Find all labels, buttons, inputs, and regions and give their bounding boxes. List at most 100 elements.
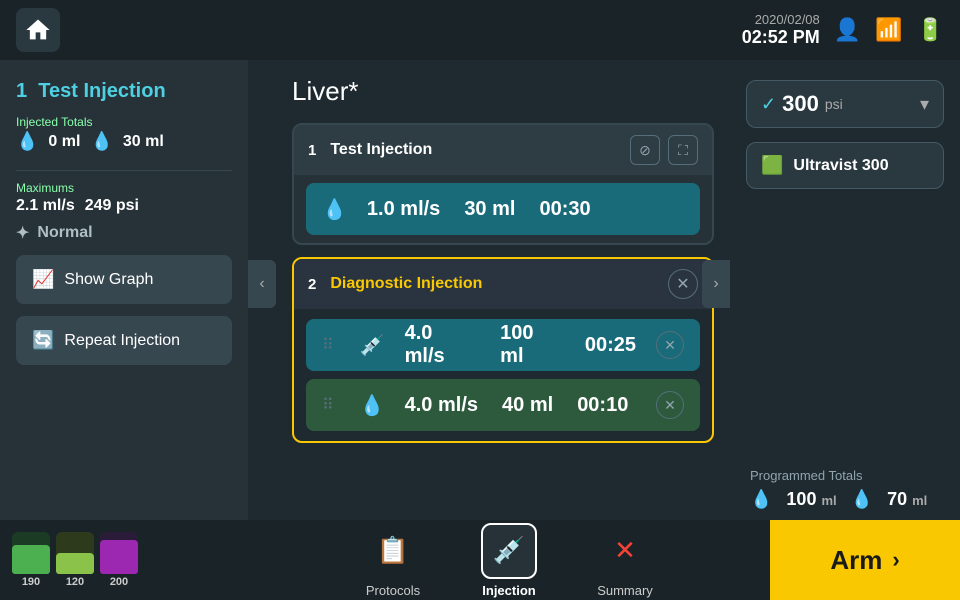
syringe-label-3: 200 — [110, 576, 128, 588]
arm-button[interactable]: Arm › — [770, 520, 960, 600]
contrast-drop-icon: 💧 — [322, 197, 347, 222]
sidebar-title-name: Test Injection — [38, 80, 165, 102]
protocols-label: Protocols — [366, 583, 420, 598]
syringe-label-2: 120 — [66, 576, 84, 588]
card1-icons: ⊘ ⛶ — [630, 135, 698, 165]
nav-summary[interactable]: ✕ Summary — [587, 523, 663, 598]
max-rate: 2.1 ml/s — [16, 197, 75, 215]
top-bar: 2020/02/08 02:52 PM 👤 📶 🔋 — [0, 0, 960, 60]
card2-phase1[interactable]: ⠿ 💉 4.0 ml/s 100 ml 00:25 ✕ — [306, 319, 700, 371]
status-row: ✦ Normal — [16, 223, 232, 243]
card2-phase1-rate: 4.0 ml/s — [405, 322, 477, 368]
show-graph-button[interactable]: 📈 Show Graph — [16, 255, 232, 304]
card2-phase2[interactable]: ⠿ 💧 4.0 ml/s 40 ml 00:10 ✕ — [306, 379, 700, 431]
syringe-item-2: 120 — [56, 532, 94, 588]
card1-num: 1 — [308, 142, 316, 159]
max-pressure: 249 psi — [85, 197, 139, 215]
card1-header: 1 Test Injection ⊘ ⛶ — [294, 125, 712, 175]
summary-label: Summary — [597, 583, 653, 598]
card2-remove-icon[interactable]: ✕ — [668, 269, 698, 299]
protocols-icon-wrap: 📋 — [365, 523, 421, 579]
phase2-remove-button[interactable]: ✕ — [656, 391, 684, 419]
test-injection-card: 1 Test Injection ⊘ ⛶ 💧 1.0 ml/s 30 ml 00… — [292, 123, 714, 245]
card2-phase1-duration: 00:25 — [585, 334, 636, 357]
user-icon: 👤 — [834, 17, 861, 43]
datetime-display: 2020/02/08 02:52 PM — [742, 12, 820, 48]
maximums-section: Maximums 2.1 ml/s 249 psi — [16, 181, 232, 215]
card1-duration: 00:30 — [539, 198, 590, 221]
left-collapse-button[interactable]: ‹ — [248, 260, 276, 308]
bottom-nav: 📋 Protocols 💉 Injection ✕ Summary — [248, 523, 770, 598]
injection-icon: 💉 — [493, 535, 525, 566]
protocols-icon: 📋 — [377, 535, 409, 566]
status-label: Normal — [37, 224, 92, 242]
drag-handle-1[interactable]: ⠿ — [322, 335, 334, 355]
wifi-icon: 📶 — [875, 17, 902, 43]
injected-totals-label: Injected Totals — [16, 115, 232, 129]
card1-name: Test Injection — [330, 141, 432, 159]
right-panel: ✓ 300 psi ▾ 🟩 Ultravist 300 Programmed T… — [730, 60, 960, 540]
pressure-unit: psi — [825, 96, 843, 112]
main-content: Liver* 1 Test Injection ⊘ ⛶ 💧 1.0 ml/s 3… — [276, 60, 730, 520]
syringe-label-1: 190 — [22, 576, 40, 588]
contrast-agent-name: Ultravist 300 — [793, 157, 888, 175]
diagnostic-injection-card: 2 Diagnostic Injection ✕ ⠿ 💉 4.0 ml/s 10… — [292, 257, 714, 443]
repeat-injection-button[interactable]: 🔄 Repeat Injection — [16, 316, 232, 365]
pressure-selector[interactable]: ✓ 300 psi ▾ — [746, 80, 944, 128]
programmed-totals: Programmed Totals 💧 100 ml 💧 70 ml — [746, 458, 944, 520]
card2-phase2-volume: 40 ml — [502, 394, 553, 417]
card2-phase1-volume: 100 ml — [500, 322, 561, 368]
home-button[interactable] — [16, 8, 60, 52]
repeat-injection-label: Repeat Injection — [64, 332, 180, 350]
injected-totals-section: Injected Totals 💧 0 ml 💧 30 ml — [16, 115, 232, 152]
pressure-chevron-icon: ▾ — [920, 94, 929, 115]
sidebar-title: 1 Test Injection — [16, 80, 232, 103]
right-collapse-button[interactable]: › — [702, 260, 730, 308]
top-right-area: 2020/02/08 02:52 PM 👤 📶 🔋 — [742, 12, 944, 48]
injected-contrast: 0 ml — [48, 133, 80, 151]
maximums-label: Maximums — [16, 181, 232, 195]
saline-drop-icon: 💧 — [360, 393, 385, 418]
syringe-display: 190 120 200 — [0, 520, 248, 600]
arm-chevron-icon: › — [892, 547, 899, 573]
injected-totals-values: 💧 0 ml 💧 30 ml — [16, 131, 232, 152]
arm-button-label: Arm — [830, 545, 882, 576]
syringe-bar-1 — [12, 532, 50, 574]
card1-phase[interactable]: 💧 1.0 ml/s 30 ml 00:30 — [306, 183, 700, 235]
pressure-value: 300 — [782, 91, 819, 117]
phase1-remove-button[interactable]: ✕ — [656, 331, 684, 359]
injection-icon-wrap: 💉 — [481, 523, 537, 579]
maximums-values: 2.1 ml/s 249 psi — [16, 197, 232, 215]
home-icon — [24, 16, 52, 44]
sidebar: 1 Test Injection Injected Totals 💧 0 ml … — [0, 60, 248, 540]
card2-phase2-duration: 00:10 — [577, 394, 628, 417]
card2-name: Diagnostic Injection — [330, 275, 482, 293]
syringe-item-1: 190 — [12, 532, 50, 588]
syringe-item-3: 200 — [100, 532, 138, 588]
prog-saline-icon: 💧 — [851, 489, 873, 510]
card2-phase1-values: 4.0 ml/s 100 ml 00:25 — [405, 322, 636, 368]
summary-icon-wrap: ✕ — [597, 523, 653, 579]
page-title: Liver* — [292, 76, 714, 107]
card2-icons: ✕ — [668, 269, 698, 299]
syringe-bar-3 — [100, 532, 138, 574]
prog-contrast-value: 100 ml — [786, 489, 836, 510]
card1-expand-icon[interactable]: ⛶ — [668, 135, 698, 165]
time-display: 02:52 PM — [742, 27, 820, 48]
summary-icon: ✕ — [614, 535, 636, 566]
injected-saline: 30 ml — [123, 133, 164, 151]
card1-edit-icon[interactable]: ⊘ — [630, 135, 660, 165]
pressure-check-icon: ✓ — [761, 94, 776, 115]
repeat-icon: 🔄 — [32, 330, 54, 351]
syringe-bar-2 — [56, 532, 94, 574]
card1-phase-values: 1.0 ml/s 30 ml 00:30 — [367, 198, 684, 221]
drag-handle-2[interactable]: ⠿ — [322, 395, 334, 415]
card1-rate: 1.0 ml/s — [367, 198, 440, 221]
contrast-agent-button[interactable]: 🟩 Ultravist 300 — [746, 142, 944, 189]
card2-phase2-rate: 4.0 ml/s — [405, 394, 478, 417]
prog-saline-value: 70 ml — [887, 489, 927, 510]
nav-protocols[interactable]: 📋 Protocols — [355, 523, 431, 598]
nav-injection[interactable]: 💉 Injection — [471, 523, 547, 598]
card2-phase2-values: 4.0 ml/s 40 ml 00:10 — [405, 394, 636, 417]
date-display: 2020/02/08 — [742, 12, 820, 27]
